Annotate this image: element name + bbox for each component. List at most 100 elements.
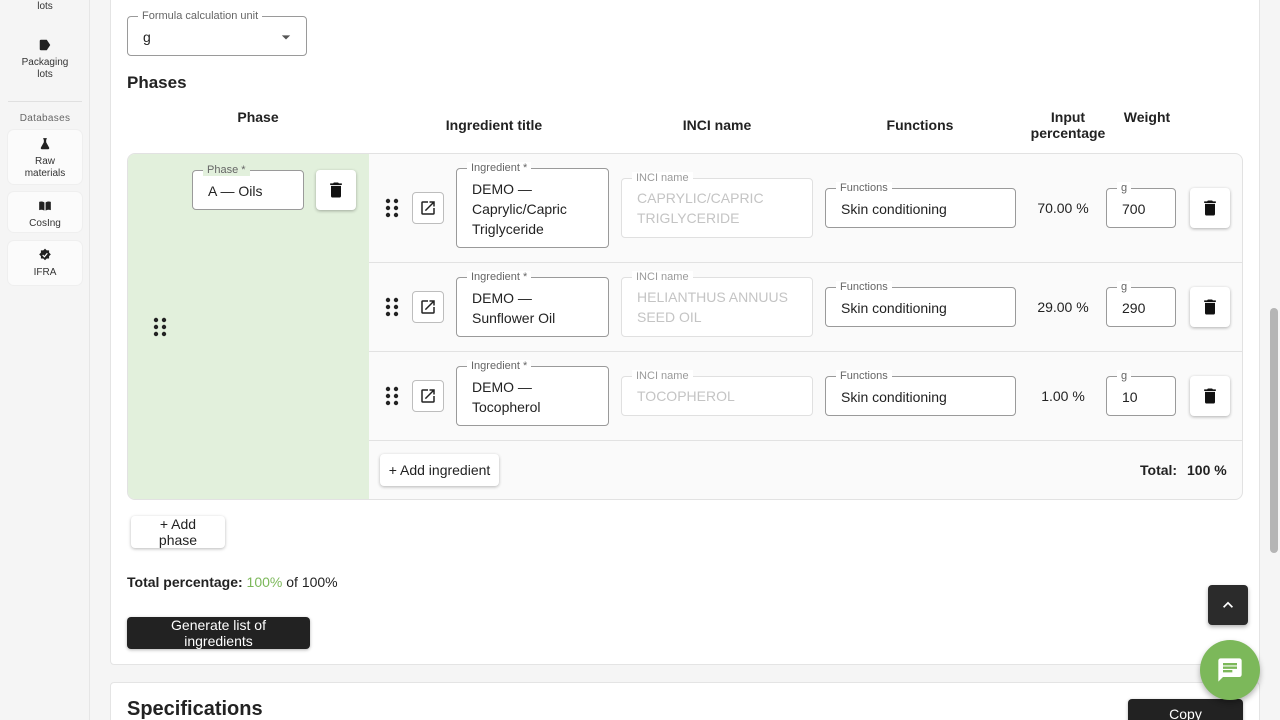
chevron-up-icon (1223, 601, 1233, 608)
open-ingredient-button[interactable] (412, 192, 444, 224)
phase-drag-handle-icon[interactable] (153, 317, 167, 337)
ingredient-drag-handle-icon[interactable] (385, 297, 399, 317)
input-percentage: 70.00 % (1037, 200, 1089, 216)
total-percentage-label: Total percentage: (127, 574, 243, 590)
scroll-to-top-button[interactable] (1208, 585, 1248, 625)
sidebar-section-databases: Databases (19, 113, 71, 124)
weight-unit-label: g (1117, 182, 1132, 194)
weight-unit-label: g (1117, 281, 1132, 293)
ingredient-title-label: Ingredient * (467, 360, 532, 372)
column-header-phase: Phase (237, 109, 279, 125)
trash-icon (1204, 299, 1216, 315)
weight-field[interactable]: g 700 (1106, 182, 1176, 228)
functions-value: Skin conditioning (841, 389, 947, 405)
page-scrollbar[interactable] (1270, 308, 1278, 553)
input-percentage: 1.00 % (1041, 388, 1085, 404)
weight-value: 700 (1122, 201, 1146, 217)
ingredient-drag-handle-icon[interactable] (385, 198, 399, 218)
ingredient-title-label: Ingredient * (467, 271, 532, 283)
trash-icon (1204, 200, 1216, 216)
sidebar-item-packaging-lots[interactable]: Packaging lots (8, 38, 82, 88)
inci-name-value: TOCOPHEROL (637, 388, 735, 404)
phase-total-value: 100 % (1187, 462, 1227, 478)
total-percentage-value: 100% (246, 574, 283, 590)
row-divider (369, 440, 1242, 441)
inci-name-label: INCI name (632, 370, 693, 382)
delete-ingredient-button[interactable] (1190, 188, 1230, 228)
trash-icon (1204, 388, 1216, 404)
sidebar-item-cosing[interactable]: CosIng (8, 192, 82, 232)
phases-heading: Phases (127, 73, 187, 92)
copy-procedure-button[interactable]: Copy procedure (1128, 699, 1243, 720)
functions-label: Functions (836, 182, 892, 194)
phase-name-field[interactable]: Phase * A — Oils (192, 164, 304, 210)
sidebar-divider (8, 101, 82, 102)
inci-name-value: CAPRYLIC/CAPRIC TRIGLYCERIDE (637, 190, 764, 226)
functions-label: Functions (836, 281, 892, 293)
total-percentage-suffix: of 100% (286, 574, 338, 590)
open-ingredient-button[interactable] (412, 291, 444, 323)
verified-icon (39, 248, 51, 261)
column-header-input-percentage: Input percentage (1030, 109, 1106, 141)
formula-unit-select[interactable]: Formula calculation unit g (127, 10, 307, 56)
weight-field[interactable]: g 290 (1106, 281, 1176, 327)
sidebar-item-label: lots (37, 1, 53, 12)
add-phase-button[interactable]: + Add phase (131, 516, 225, 548)
sidebar-item-label: Packaging lots (21, 57, 69, 80)
sidebar: lots Packaging lots Databases Raw materi… (0, 0, 90, 720)
delete-ingredient-button[interactable] (1190, 287, 1230, 327)
sidebar-item-label: IFRA (33, 267, 57, 278)
ingredient-title-value: DEMO — Sunflower Oil (472, 290, 556, 326)
open-in-new-icon (421, 389, 435, 403)
row-divider (369, 262, 1242, 263)
weight-value: 10 (1122, 389, 1138, 405)
column-header-ingredient: Ingredient title (445, 117, 543, 133)
total-percentage: Total percentage: 100% of 100% (127, 574, 338, 590)
weight-field[interactable]: g 10 (1106, 370, 1176, 416)
sidebar-item-label: CosIng (29, 218, 61, 229)
delete-phase-button[interactable] (316, 170, 356, 210)
functions-field[interactable]: Functions Skin conditioning (825, 281, 1016, 327)
inci-name-field: INCI name CAPRYLIC/CAPRIC TRIGLYCERIDE (621, 172, 813, 238)
open-in-new-icon (421, 300, 435, 314)
inci-name-field: INCI name HELIANTHUS ANNUUS SEED OIL (621, 271, 813, 337)
ingredient-drag-handle-icon[interactable] (385, 386, 399, 406)
functions-field[interactable]: Functions Skin conditioning (825, 182, 1016, 228)
ingredient-title-field[interactable]: Ingredient * DEMO — Caprylic/Capric Trig… (456, 162, 609, 248)
row-divider (369, 351, 1242, 352)
chevron-down-icon (281, 35, 291, 40)
tag-icon (39, 39, 51, 51)
sidebar-item-raw-materials[interactable]: Raw materials (8, 130, 82, 184)
sidebar-item-lots[interactable]: lots (8, 0, 82, 16)
open-in-new-icon (421, 201, 435, 215)
input-percentage: 29.00 % (1037, 299, 1089, 315)
ingredient-title-value: DEMO — Tocopherol (472, 379, 541, 415)
trash-icon (330, 182, 342, 198)
formula-unit-value: g (143, 29, 151, 45)
book-icon (39, 201, 51, 211)
sidebar-item-ifra[interactable]: IFRA (8, 241, 82, 285)
column-header-functions: Functions (886, 117, 954, 133)
phase-name-value: A — Oils (208, 183, 263, 199)
functions-value: Skin conditioning (841, 300, 947, 316)
add-ingredient-button[interactable]: + Add ingredient (380, 454, 499, 486)
open-ingredient-button[interactable] (412, 380, 444, 412)
chat-icon (1218, 658, 1242, 682)
flask-icon (40, 138, 50, 150)
chat-button[interactable] (1200, 640, 1260, 700)
generate-ingredients-list-button[interactable]: Generate list of ingredients (127, 617, 310, 649)
sidebar-item-label: Raw materials (24, 156, 66, 179)
phase-total-label: Total: (1140, 462, 1178, 478)
functions-field[interactable]: Functions Skin conditioning (825, 370, 1016, 416)
inci-name-label: INCI name (632, 271, 693, 283)
column-header-inci: INCI name (682, 117, 752, 133)
ingredient-title-field[interactable]: Ingredient * DEMO — Tocopherol (456, 360, 609, 426)
ingredient-title-field[interactable]: Ingredient * DEMO — Sunflower Oil (456, 271, 609, 337)
weight-value: 290 (1122, 300, 1146, 316)
ingredient-title-label: Ingredient * (467, 162, 532, 174)
specifications-heading: Specifications (127, 698, 263, 720)
column-header-weight: Weight (1123, 109, 1171, 125)
ingredient-title-value: DEMO — Caprylic/Capric Triglyceride (472, 181, 567, 237)
inci-name-value: HELIANTHUS ANNUUS SEED OIL (637, 289, 788, 325)
delete-ingredient-button[interactable] (1190, 376, 1230, 416)
